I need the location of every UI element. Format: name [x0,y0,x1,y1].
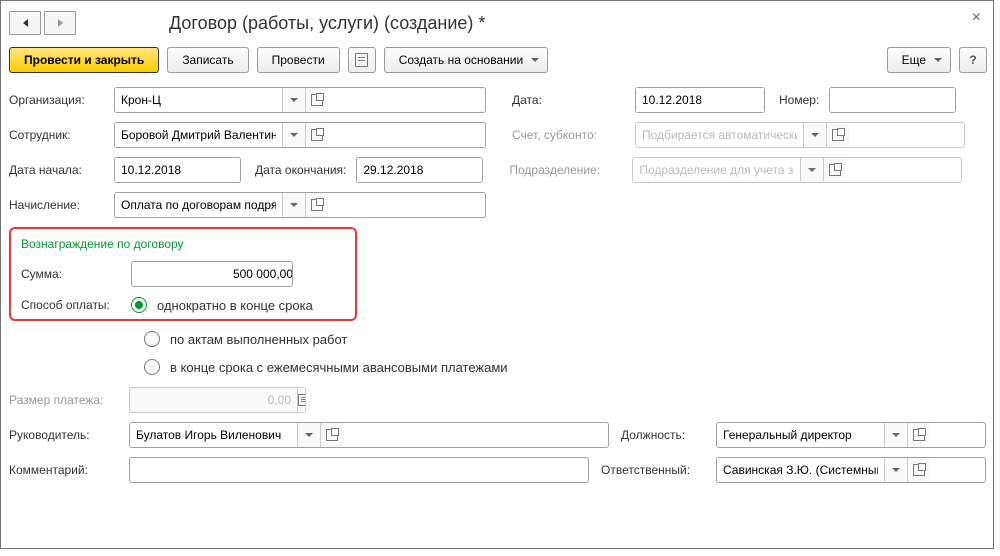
stepper-button [297,388,306,412]
more-button[interactable]: Еще [887,47,951,73]
accrual-label: Начисление: [9,198,114,212]
reward-title: Вознаграждение по договору [21,237,345,251]
chevron-down-icon [531,58,539,62]
open-icon [311,94,323,106]
post-button[interactable]: Провести [257,47,340,73]
save-button[interactable]: Записать [167,47,248,73]
calculator-icon [298,394,306,406]
comment-label: Комментарий: [9,463,129,477]
dropdown-button[interactable] [800,158,823,182]
chevron-down-icon [290,98,298,102]
arrow-left-icon [23,19,28,27]
organization-input[interactable] [115,88,282,112]
responsible-label: Ответственный: [601,463,716,477]
start-date-input[interactable] [115,158,241,182]
chevron-down-icon [811,133,819,137]
responsible-input[interactable] [717,458,884,482]
employee-label: Сотрудник: [9,128,114,142]
dropdown-button[interactable] [282,123,305,147]
open-icon [311,129,323,141]
amount-input[interactable] [132,262,293,286]
open-button[interactable] [305,123,328,147]
open-button[interactable] [320,423,343,447]
open-button[interactable] [907,458,930,482]
start-date-label: Дата начала: [9,163,114,177]
toolbar: Провести и закрыть Записать Провести Соз… [9,47,987,73]
account-input[interactable] [636,123,803,147]
nav-forward-button[interactable] [44,11,76,35]
chevron-down-icon [290,133,298,137]
accrual-input[interactable] [115,193,282,217]
radio-by-acts-label: по актам выполненных работ [170,332,347,347]
document-icon [355,53,368,67]
position-input[interactable] [717,423,884,447]
chevron-down-icon [892,468,900,472]
position-label: Должность: [621,428,716,442]
help-button[interactable]: ? [959,47,987,73]
nav-back-button[interactable] [9,11,41,35]
open-icon [913,464,925,476]
report-button[interactable] [348,47,376,73]
radio-monthly-advance[interactable] [144,359,160,375]
open-icon [913,429,925,441]
account-label: Счет, субконто: [512,128,635,142]
create-based-on-button[interactable]: Создать на основании [384,47,549,73]
open-icon [326,429,338,441]
date-label: Дата: [512,93,635,107]
open-icon [832,129,844,141]
chevron-down-icon [934,58,942,62]
radio-monthly-advance-label: в конце срока с ежемесячными авансовыми … [170,360,508,375]
payment-method-label: Способ оплаты: [21,298,131,312]
department-input[interactable] [633,158,800,182]
open-icon [311,199,323,211]
close-icon[interactable]: × [968,7,985,29]
chevron-down-icon [808,168,816,172]
open-button[interactable] [305,193,328,217]
number-label: Номер: [779,93,819,107]
chevron-down-icon [892,433,900,437]
open-button[interactable] [305,88,328,112]
dropdown-button[interactable] [282,193,305,217]
manager-input[interactable] [130,423,297,447]
radio-once-end-label: однократно в конце срока [157,298,313,313]
date-input[interactable] [636,88,765,112]
employee-input[interactable] [115,123,282,147]
radio-once-end[interactable] [131,297,147,313]
open-button[interactable] [826,123,849,147]
comment-input[interactable] [130,458,297,482]
manager-label: Руководитель: [9,428,129,442]
open-icon [829,164,841,176]
open-button[interactable] [907,423,930,447]
payment-size-label: Размер платежа: [9,393,129,407]
end-date-label: Дата окончания: [255,163,346,177]
dropdown-button[interactable] [884,423,907,447]
open-button[interactable] [823,158,846,182]
dropdown-button[interactable] [297,423,320,447]
department-label: Подразделение: [509,163,632,177]
number-input[interactable] [830,88,956,112]
end-date-input[interactable] [357,158,483,182]
organization-label: Организация: [9,93,114,107]
arrow-right-icon [58,19,63,27]
payment-size-input [130,388,297,412]
chevron-down-icon [290,203,298,207]
post-and-close-button[interactable]: Провести и закрыть [9,47,159,73]
window-title: Договор (работы, услуги) (создание) * [169,13,485,34]
reward-section: Вознаграждение по договору Сумма: Способ… [9,227,357,321]
dropdown-button[interactable] [803,123,826,147]
amount-label: Сумма: [21,267,131,281]
dropdown-button[interactable] [282,88,305,112]
chevron-down-icon [305,433,313,437]
dropdown-button[interactable] [884,458,907,482]
radio-by-acts[interactable] [144,331,160,347]
